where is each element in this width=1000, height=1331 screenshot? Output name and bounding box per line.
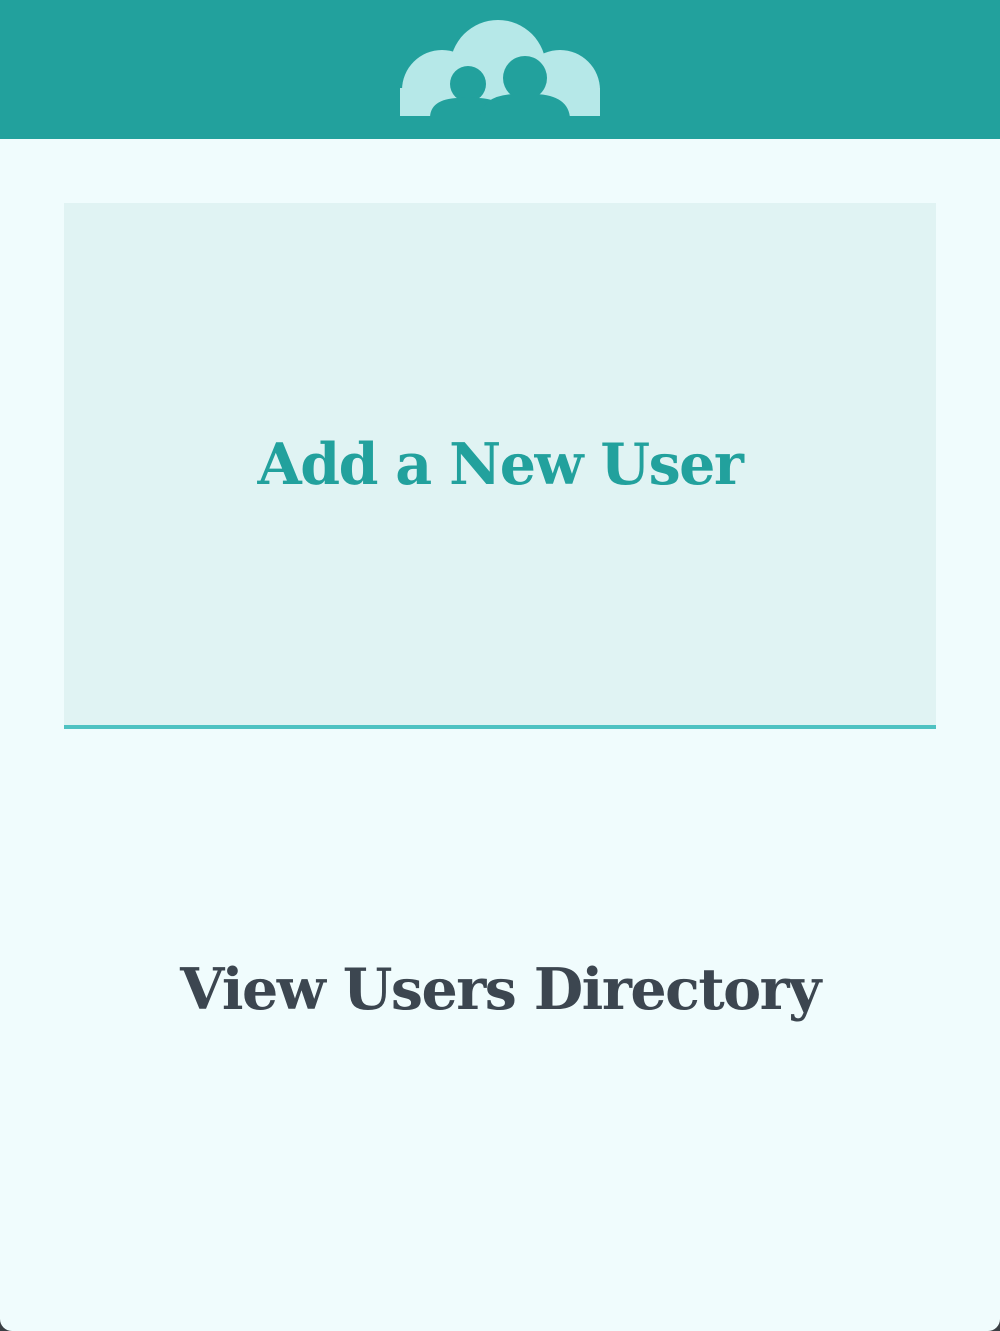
menu-item-label: Add a New User bbox=[257, 430, 744, 498]
menu-item-view-directory[interactable]: View Users Directory bbox=[64, 729, 936, 1249]
menu-item-label: View Users Directory bbox=[180, 955, 821, 1023]
app-window: Add a New User View Users Directory bbox=[0, 0, 1000, 1331]
menu-item-add-user[interactable]: Add a New User bbox=[64, 203, 936, 729]
users-cloud-icon bbox=[400, 20, 600, 116]
app-header bbox=[0, 0, 1000, 139]
